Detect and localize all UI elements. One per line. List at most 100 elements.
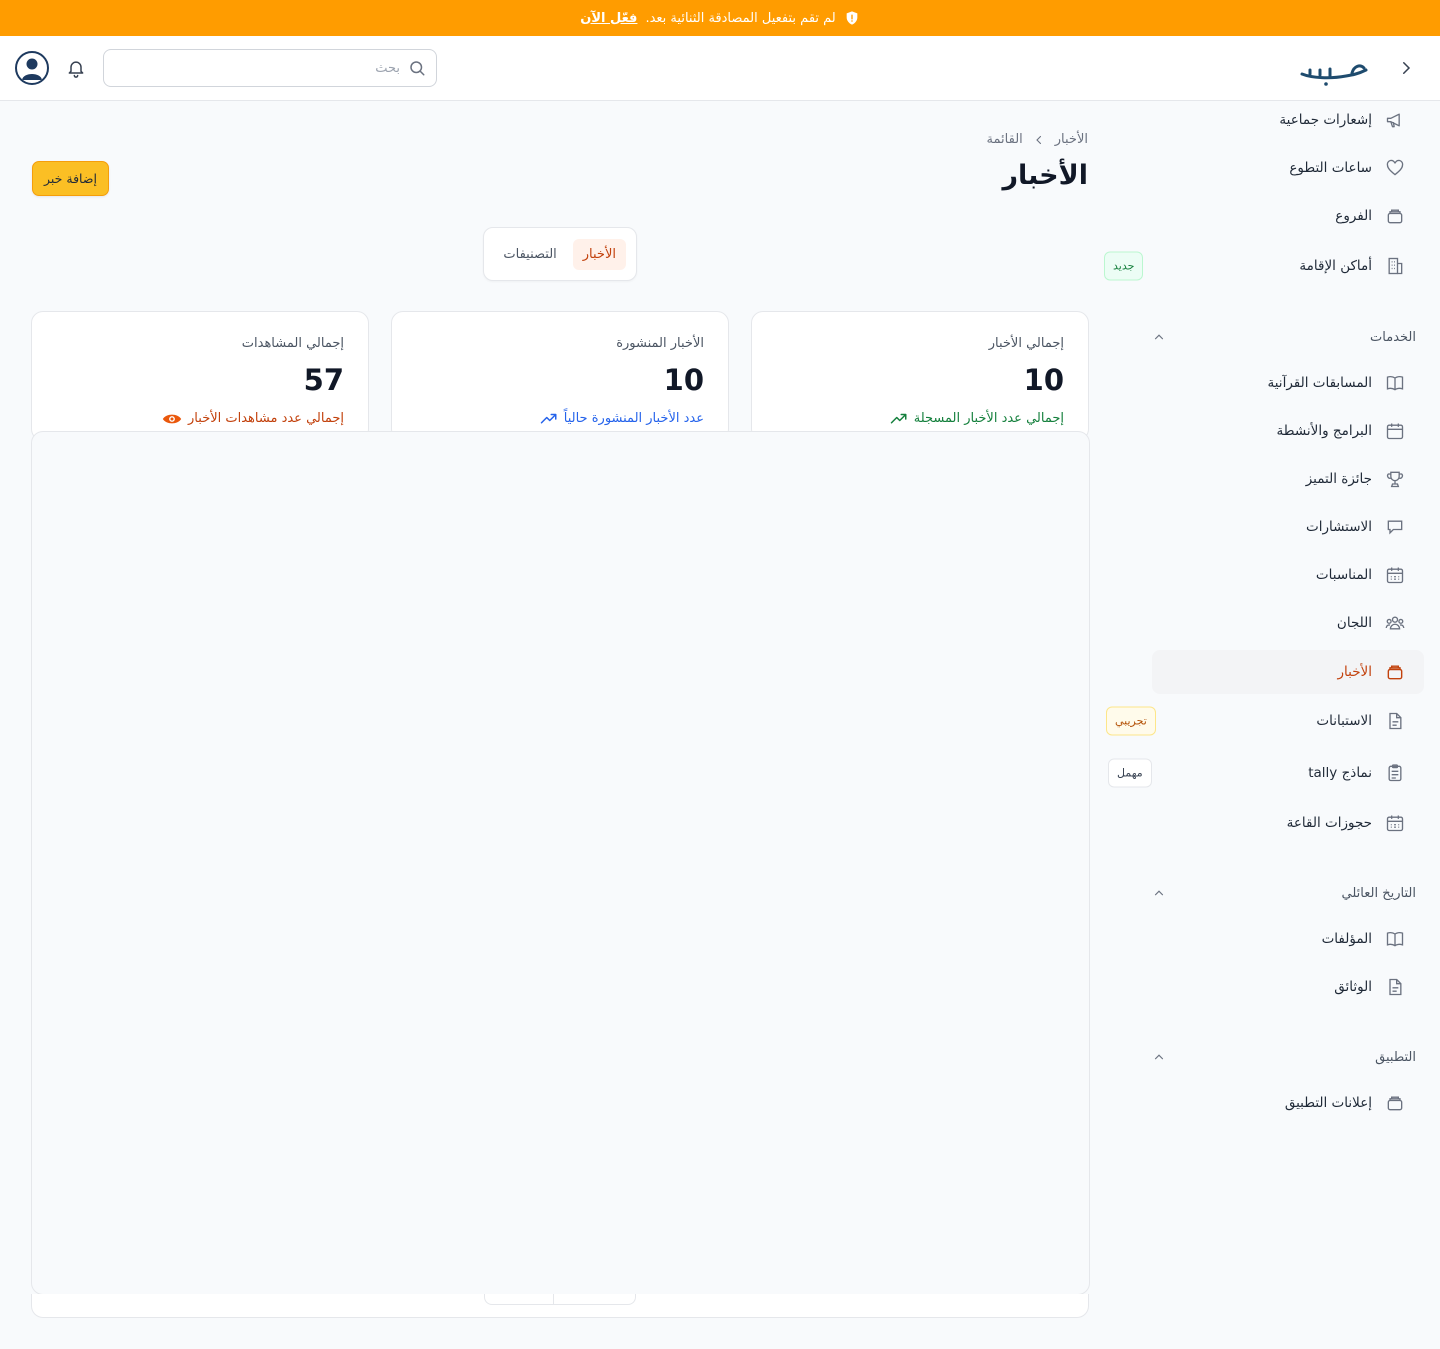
sidebar-item-label: جائزة التميز bbox=[1305, 471, 1372, 487]
sidebar-item-tally-forms[interactable]: نماذج tally مهمل bbox=[1108, 751, 1424, 795]
stat-subtitle: إجمالي عدد الأخبار المسجلة bbox=[776, 411, 1064, 426]
calendar-grid-icon bbox=[1384, 564, 1406, 586]
stack-icon bbox=[1384, 661, 1406, 683]
breadcrumb-list: القائمة bbox=[986, 132, 1023, 147]
news-content-panel bbox=[31, 431, 1090, 1295]
section-family-history[interactable]: التاريخ العائلي bbox=[1152, 879, 1416, 907]
notifications-button[interactable] bbox=[64, 56, 88, 80]
sidebar-item-label: المسابقات القرآنية bbox=[1267, 375, 1373, 391]
sidebar-item-label: إعلانات التطبيق bbox=[1284, 1095, 1372, 1111]
stat-value: 10 bbox=[663, 363, 704, 397]
section-title: التطبيق bbox=[1375, 1049, 1416, 1065]
stack-icon bbox=[1384, 205, 1406, 227]
section-title: الخدمات bbox=[1370, 329, 1416, 345]
calendar-icon bbox=[1384, 420, 1406, 442]
two-factor-banner: لم تقم بتفعيل المصادقة الثنائية بعد. فعّ… bbox=[0, 0, 1440, 36]
search-icon bbox=[410, 61, 425, 76]
sidebar-item-accommodations[interactable]: أماكن الإقامة جديد bbox=[1104, 244, 1424, 288]
stat-subtitle-text: عدد الأخبار المنشورة حالياً bbox=[563, 411, 704, 426]
book-icon bbox=[1384, 372, 1406, 394]
search-box[interactable] bbox=[103, 49, 437, 87]
stat-subtitle-text: إجمالي عدد مشاهدات الأخبار bbox=[188, 411, 344, 426]
stack-icon bbox=[1384, 1092, 1406, 1114]
chevron-left-icon bbox=[1035, 135, 1041, 144]
trial-badge: تجريبي bbox=[1106, 706, 1156, 736]
stat-subtitle: عدد الأخبار المنشورة حالياً bbox=[416, 411, 704, 426]
stat-subtitle: إجمالي عدد مشاهدات الأخبار bbox=[56, 411, 344, 426]
trophy-icon bbox=[1384, 468, 1406, 490]
add-news-button[interactable]: إضافة خبر bbox=[32, 161, 109, 196]
sidebar-item-events[interactable]: المناسبات bbox=[1152, 553, 1424, 597]
sidebar-item-quran-competitions[interactable]: المسابقات القرآنية bbox=[1152, 361, 1424, 405]
sidebar-item-label: نماذج tally bbox=[1308, 765, 1372, 781]
heart-icon bbox=[1384, 157, 1406, 179]
breadcrumb-news[interactable]: الأخبار bbox=[1055, 132, 1088, 147]
sidebar-item-label: إشعارات جماعية bbox=[1279, 112, 1372, 128]
calendar-grid-icon bbox=[1384, 812, 1406, 834]
pagination[interactable] bbox=[484, 1294, 636, 1305]
stat-card-total-views: إجمالي المشاهدات 57 إجمالي عدد مشاهدات ا… bbox=[31, 311, 369, 441]
stat-label: إجمالي المشاهدات bbox=[241, 336, 344, 351]
sidebar-item-programs[interactable]: البرامج والأنشطة bbox=[1152, 409, 1424, 453]
clipboard-icon bbox=[1384, 762, 1406, 784]
document-icon bbox=[1384, 976, 1406, 998]
chevron-up-icon bbox=[1154, 1054, 1164, 1060]
chevron-right-icon bbox=[1403, 62, 1411, 74]
stat-label: إجمالي الأخبار bbox=[988, 336, 1064, 351]
trend-up-icon bbox=[890, 413, 907, 423]
sidebar-item-app-ads[interactable]: إعلانات التطبيق bbox=[1152, 1081, 1424, 1125]
sidebar-item-surveys[interactable]: الاستبانات تجريبي bbox=[1106, 699, 1424, 743]
bell-icon bbox=[68, 61, 84, 78]
sidebar-item-branches[interactable]: الفروع bbox=[1152, 194, 1424, 238]
sidebar-item-group-notifications[interactable]: إشعارات جماعية bbox=[1152, 98, 1424, 142]
sidebar-item-label: الوثائق bbox=[1334, 979, 1372, 995]
document-icon bbox=[1384, 710, 1406, 732]
chat-icon bbox=[1384, 516, 1406, 538]
sidebar-item-documents[interactable]: الوثائق bbox=[1152, 965, 1424, 1009]
activate-2fa-link[interactable]: فعّل الآن bbox=[580, 11, 637, 26]
stat-label: الأخبار المنشورة bbox=[616, 336, 704, 351]
sidebar-item-label: اللجان bbox=[1336, 615, 1372, 631]
sidebar-item-hall-bookings[interactable]: حجوزات القاعة bbox=[1152, 801, 1424, 845]
sidebar-item-news[interactable]: الأخبار bbox=[1152, 650, 1424, 694]
section-title: التاريخ العائلي bbox=[1341, 885, 1416, 901]
sidebar-item-label: الاستشارات bbox=[1306, 519, 1372, 535]
brand-logo[interactable] bbox=[1300, 48, 1370, 88]
search-input[interactable] bbox=[114, 60, 400, 76]
sidebar-item-label: الأخبار bbox=[1337, 664, 1372, 680]
sidebar-item-label: حجوزات القاعة bbox=[1286, 815, 1372, 831]
stat-subtitle-text: إجمالي عدد الأخبار المسجلة bbox=[913, 411, 1064, 426]
book-icon bbox=[1384, 928, 1406, 950]
top-header bbox=[0, 36, 1440, 101]
trend-up-icon bbox=[540, 413, 557, 423]
sidebar-collapse-button[interactable] bbox=[1394, 56, 1418, 80]
shield-alert-icon bbox=[846, 11, 858, 25]
user-avatar[interactable] bbox=[15, 51, 49, 85]
building-icon bbox=[1384, 255, 1406, 277]
sidebar-item-label: المؤلفات bbox=[1321, 931, 1372, 947]
sidebar-item-committees[interactable]: اللجان bbox=[1152, 601, 1424, 645]
user-avatar-icon bbox=[22, 58, 42, 80]
sidebar-item-label: ساعات التطوع bbox=[1289, 160, 1372, 176]
section-app[interactable]: التطبيق bbox=[1152, 1043, 1416, 1071]
sidebar-item-publications[interactable]: المؤلفات bbox=[1152, 917, 1424, 961]
deprecated-badge: مهمل bbox=[1108, 758, 1152, 788]
sidebar-item-volunteer-hours[interactable]: ساعات التطوع bbox=[1152, 146, 1424, 190]
chevron-up-icon bbox=[1154, 334, 1164, 340]
sidebar-item-consultations[interactable]: الاستشارات bbox=[1152, 505, 1424, 549]
breadcrumb: الأخبار القائمة bbox=[987, 132, 1088, 147]
sidebar-item-label: الفروع bbox=[1335, 208, 1372, 224]
eye-icon bbox=[162, 414, 182, 423]
stat-card-published-news: الأخبار المنشورة 10 عدد الأخبار المنشورة… bbox=[391, 311, 729, 441]
sidebar-item-excellence-award[interactable]: جائزة التميز bbox=[1152, 457, 1424, 501]
sidebar-item-label: البرامج والأنشطة bbox=[1276, 423, 1372, 439]
stat-value: 57 bbox=[303, 363, 344, 397]
section-services[interactable]: الخدمات bbox=[1152, 323, 1416, 351]
new-badge: جديد bbox=[1104, 251, 1144, 281]
banner-message: لم تقم بتفعيل المصادقة الثنائية بعد. bbox=[645, 10, 836, 26]
tab-categories[interactable]: التصنيفات bbox=[493, 239, 566, 270]
megaphone-icon bbox=[1384, 109, 1406, 131]
stat-card-total-news: إجمالي الأخبار 10 إجمالي عدد الأخبار الم… bbox=[751, 311, 1089, 441]
stat-value: 10 bbox=[1023, 363, 1064, 397]
tab-news[interactable]: الأخبار bbox=[572, 238, 626, 270]
